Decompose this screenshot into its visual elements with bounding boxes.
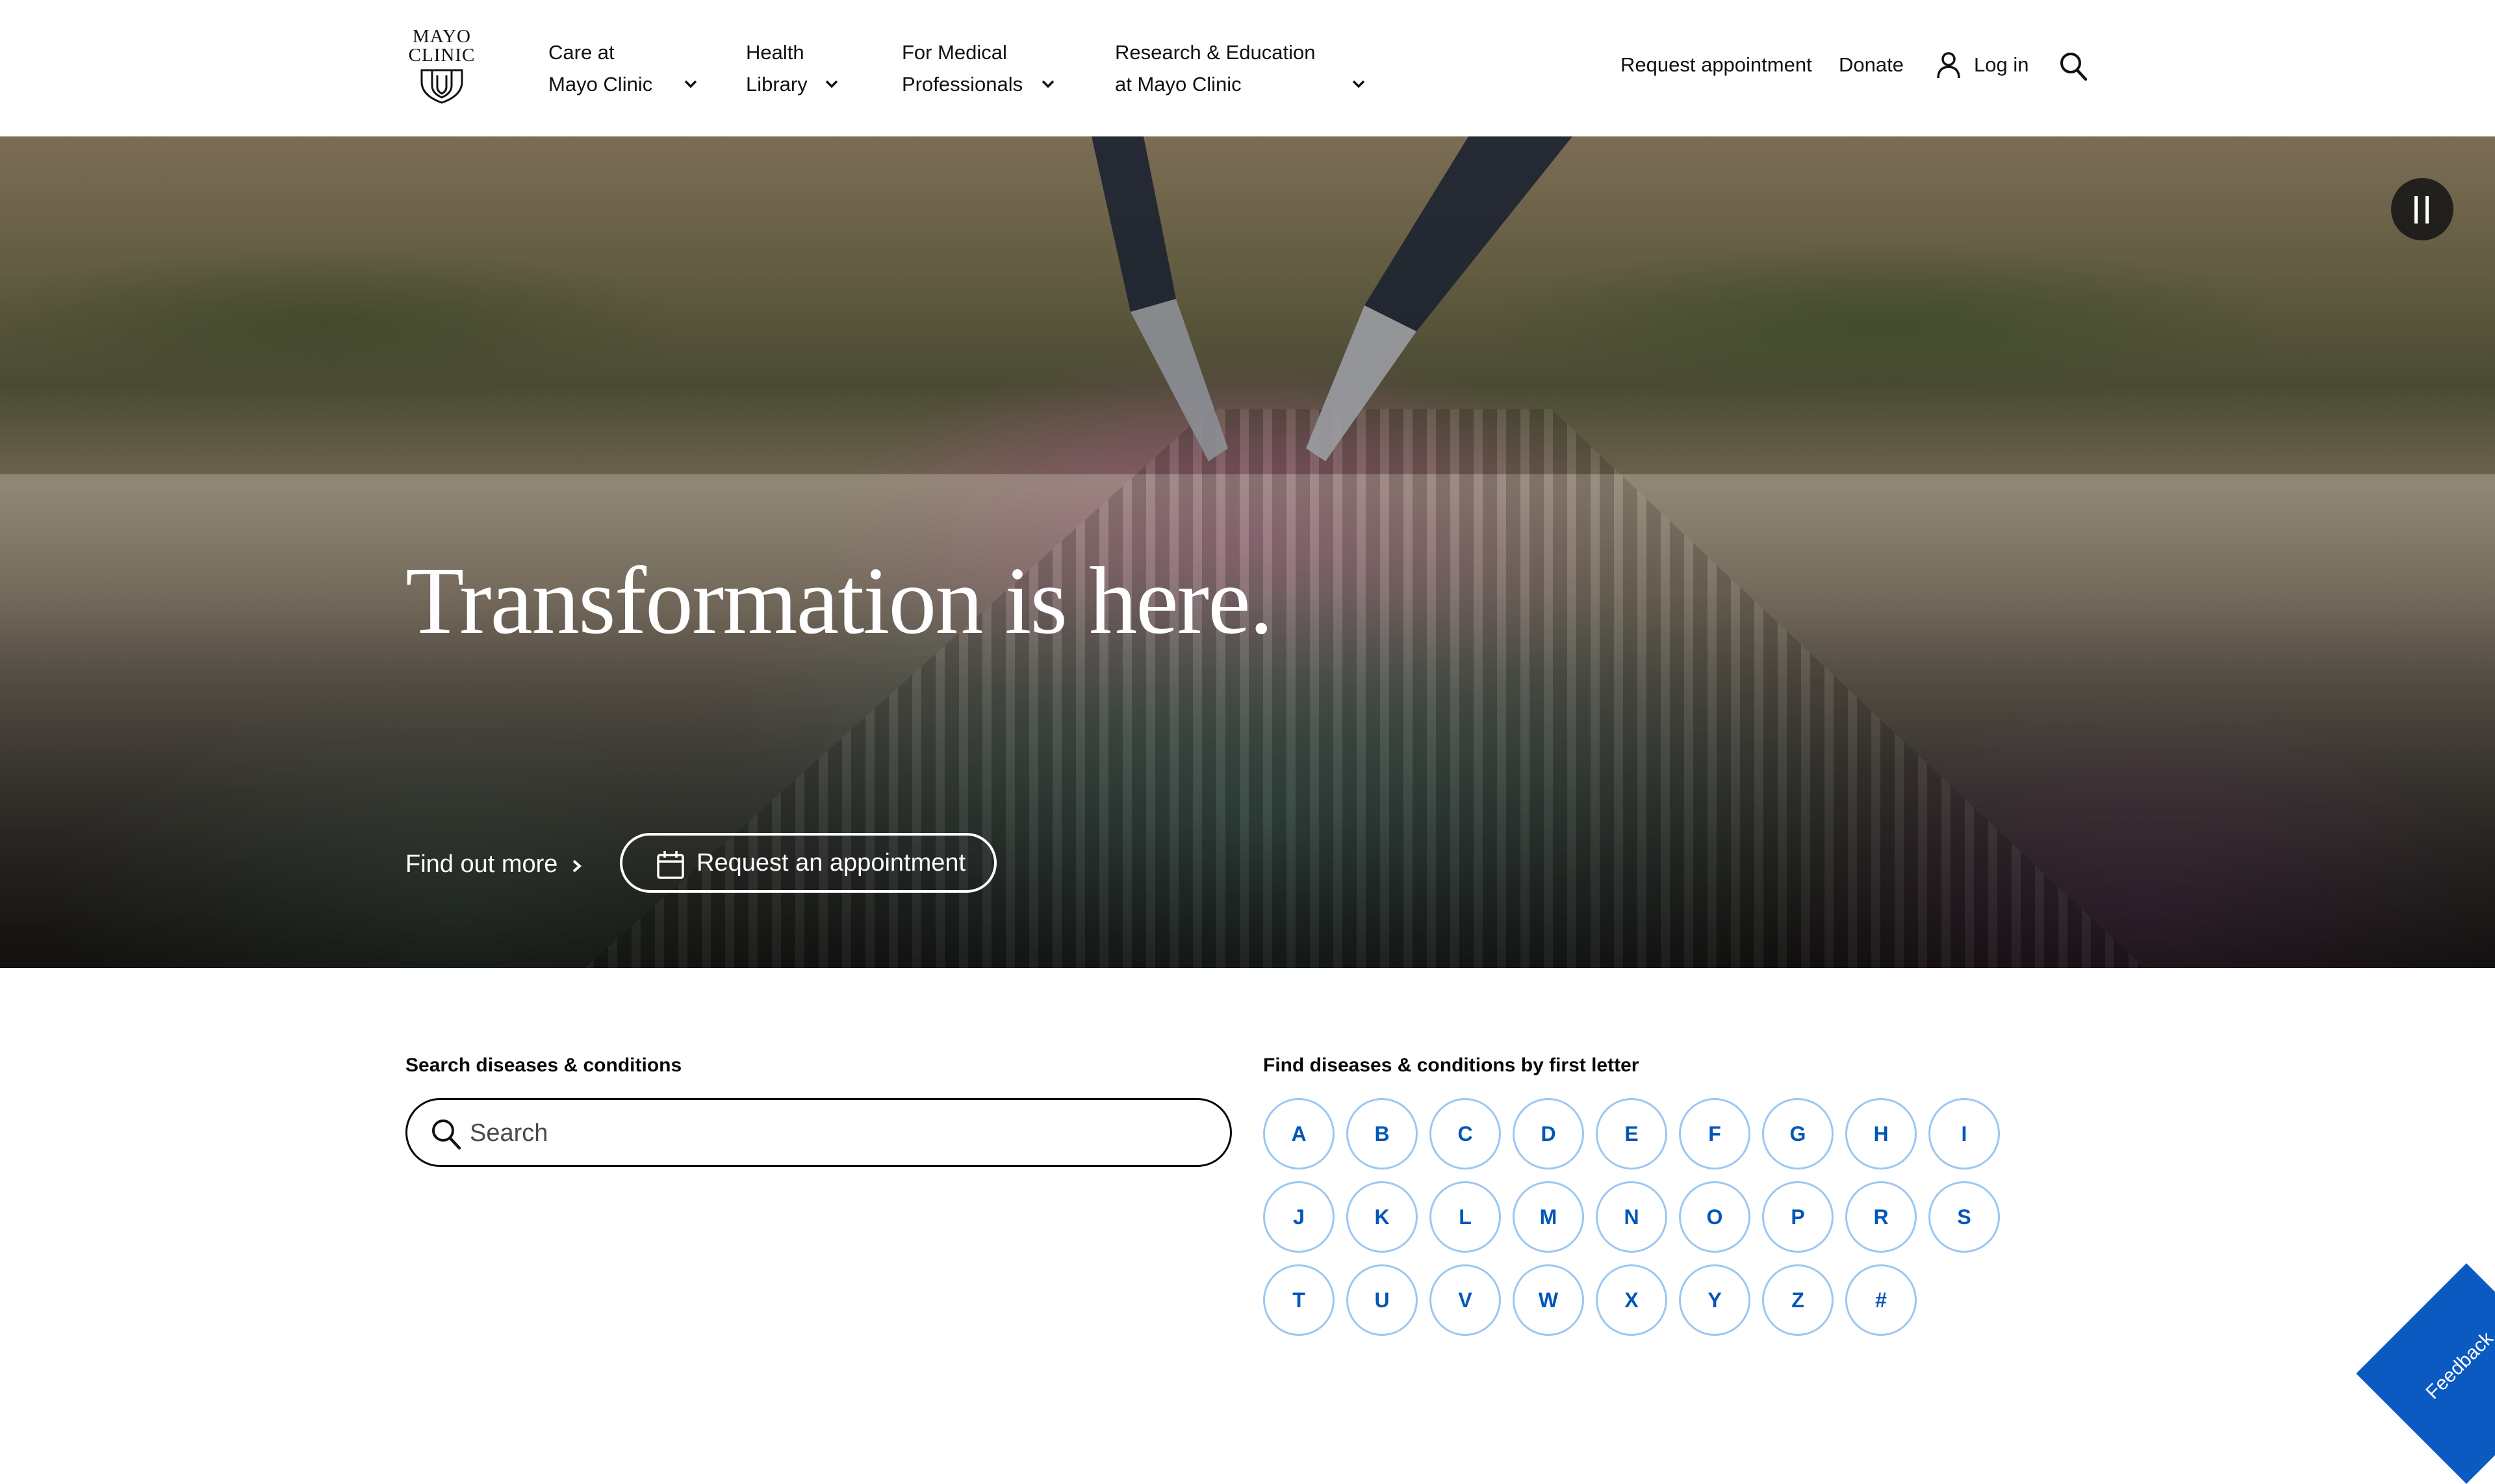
letter-button[interactable]: F	[1679, 1098, 1750, 1170]
nav-label-line2: Library	[746, 73, 808, 96]
nav-label-line1: Health	[746, 41, 804, 64]
request-an-appointment-label: Request an appointment	[697, 849, 966, 876]
letter-button[interactable]: R	[1845, 1181, 1917, 1253]
pause-icon-bar-right	[2425, 196, 2429, 224]
letter-button[interactable]: J	[1263, 1181, 1335, 1253]
logo-text-line1: MAYO	[413, 26, 471, 47]
login-link[interactable]: Log in	[1974, 51, 2028, 79]
user-icon	[1937, 52, 1960, 79]
donate-link[interactable]: Donate	[1839, 51, 1904, 79]
letter-button[interactable]: W	[1513, 1264, 1584, 1336]
letter-button[interactable]: G	[1762, 1098, 1834, 1170]
letter-button[interactable]: I	[1928, 1098, 2000, 1170]
mayo-clinic-logo[interactable]: MAYO CLINIC	[406, 27, 478, 107]
request-appointment-link[interactable]: Request appointment	[1620, 51, 1812, 79]
letter-button[interactable]: X	[1596, 1264, 1667, 1336]
letter-button[interactable]: U	[1346, 1264, 1418, 1336]
letter-button[interactable]: S	[1928, 1181, 2000, 1253]
nav-health-library[interactable]: Health Library	[746, 36, 838, 100]
nav-research-education[interactable]: Research & Education at Mayo Clinic	[1115, 36, 1365, 100]
letter-button[interactable]: B	[1346, 1098, 1418, 1170]
hero-title: Transformation is here.	[405, 548, 1273, 654]
pause-icon-bar-left	[2414, 196, 2418, 224]
find-out-more-link[interactable]: Find out more	[405, 846, 582, 882]
letter-button[interactable]: O	[1679, 1181, 1750, 1253]
chevron-down-icon	[1353, 80, 1365, 88]
find-out-more-label: Find out more	[405, 851, 558, 878]
chevron-right-icon	[572, 860, 582, 873]
site-header: MAYO CLINIC Care at Mayo Clinic Health L…	[0, 0, 2495, 138]
chevron-down-icon	[825, 80, 838, 88]
mayo-shield-icon	[420, 69, 463, 104]
request-an-appointment-button[interactable]: Request an appointment	[620, 833, 997, 893]
letter-button[interactable]: V	[1429, 1264, 1501, 1336]
letter-button[interactable]: N	[1596, 1181, 1667, 1253]
pause-video-button[interactable]	[2391, 178, 2453, 240]
letter-button[interactable]: E	[1596, 1098, 1667, 1170]
chevron-down-icon	[684, 80, 697, 88]
nav-for-medical-professionals[interactable]: For Medical Professionals	[902, 36, 1055, 100]
letter-button[interactable]: K	[1346, 1181, 1418, 1253]
nav-label-line1: Research & Education	[1115, 41, 1316, 64]
letter-button[interactable]: Z	[1762, 1264, 1834, 1336]
calendar-icon	[657, 851, 684, 879]
search-input[interactable]	[468, 1112, 1199, 1155]
letter-button[interactable]: L	[1429, 1181, 1501, 1253]
search-field[interactable]	[405, 1098, 1232, 1167]
letters-section-label: Find diseases & conditions by first lett…	[1263, 1055, 1639, 1076]
logo-text-line2: CLINIC	[408, 45, 476, 66]
letter-button[interactable]: D	[1513, 1098, 1584, 1170]
nav-label-line2: Mayo Clinic	[548, 73, 653, 96]
letter-button[interactable]: Y	[1679, 1264, 1750, 1336]
letter-button[interactable]: C	[1429, 1098, 1501, 1170]
nav-label-line2: Professionals	[902, 73, 1023, 96]
nav-label-line1: For Medical	[902, 41, 1007, 64]
search-icon	[432, 1119, 461, 1150]
letter-button[interactable]: H	[1845, 1098, 1917, 1170]
search-icon[interactable]	[2058, 51, 2088, 82]
letter-button[interactable]: #	[1845, 1264, 1917, 1336]
feedback-tab[interactable]	[2356, 1263, 2495, 1484]
letter-button[interactable]: M	[1513, 1181, 1584, 1253]
letter-button[interactable]: T	[1263, 1264, 1335, 1336]
nav-care-at-mayo-clinic[interactable]: Care at Mayo Clinic	[548, 36, 697, 100]
nav-label-line2: at Mayo Clinic	[1115, 73, 1242, 96]
letter-button[interactable]: P	[1762, 1181, 1834, 1253]
hero-banner: Transformation is here. Find out more Re…	[0, 136, 2495, 968]
search-section-label: Search diseases & conditions	[405, 1055, 682, 1076]
nav-label-line1: Care at	[548, 41, 615, 64]
letter-button[interactable]: A	[1263, 1098, 1335, 1170]
chevron-down-icon	[1042, 80, 1055, 88]
